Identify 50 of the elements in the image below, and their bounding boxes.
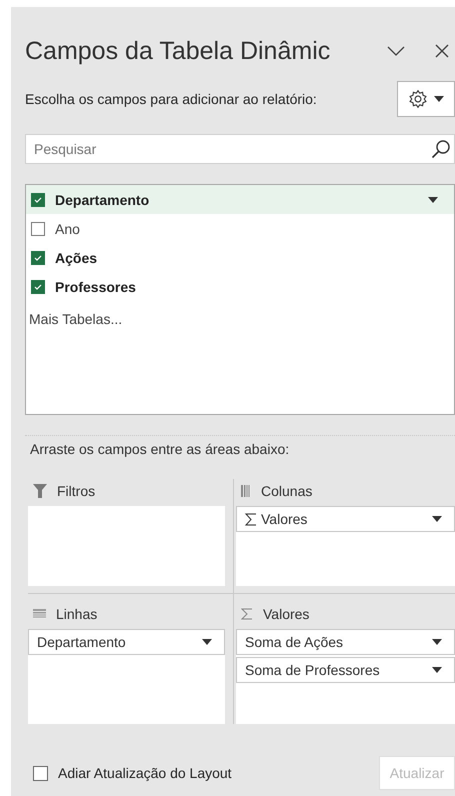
field-name: Soma de Professores xyxy=(245,662,380,678)
field-name: Valores xyxy=(261,511,308,527)
area-field-button[interactable]: Soma de Professores xyxy=(236,657,455,683)
area-field-button[interactable]: Departamento xyxy=(28,629,225,655)
checkbox[interactable] xyxy=(31,250,45,264)
field-row[interactable]: Departamento xyxy=(26,185,454,214)
field-name: Departamento xyxy=(37,634,126,650)
area-title: Linhas xyxy=(56,606,98,622)
panel-title: Campos da Tabela Dinâmic xyxy=(25,36,332,66)
defer-update-label: Adiar Atualização do Layout xyxy=(58,765,232,781)
checkmark-icon xyxy=(34,284,42,290)
settings-icon xyxy=(408,89,428,109)
columns-icon xyxy=(241,485,251,497)
drag-hint-text: Arraste os campos entre as áreas abaixo: xyxy=(30,441,290,457)
checkbox[interactable] xyxy=(33,766,48,780)
field-name: Soma de Ações xyxy=(245,634,344,650)
area-title: Colunas xyxy=(261,483,312,499)
caret-icon xyxy=(428,196,438,202)
rows-icon xyxy=(33,609,46,619)
close-icon[interactable] xyxy=(435,44,449,58)
field-label: Ações xyxy=(55,250,98,266)
caret-icon xyxy=(432,639,442,645)
checkbox[interactable] xyxy=(31,222,45,236)
checkbox[interactable] xyxy=(31,192,45,206)
search-icon[interactable] xyxy=(431,139,451,159)
area-title: Valores xyxy=(263,606,310,622)
area-field-button[interactable]: Valores xyxy=(236,506,455,532)
field-row[interactable]: Professores xyxy=(26,272,454,301)
settings-button[interactable] xyxy=(397,81,455,117)
area-title: Filtros xyxy=(57,483,96,499)
caret-icon xyxy=(434,96,444,102)
field-row[interactable]: Ações xyxy=(26,243,454,272)
sigma-icon xyxy=(241,608,253,620)
area-field-button[interactable]: Soma de Ações xyxy=(236,629,455,655)
search-field[interactable]: Pesquisar xyxy=(25,134,455,164)
checkmark-icon xyxy=(34,196,42,202)
caret-icon xyxy=(432,516,442,522)
checkmark-icon xyxy=(34,254,42,260)
caret-icon xyxy=(432,667,442,673)
caret-icon xyxy=(202,639,212,645)
instruction-text: Escolha os campos para adicionar ao relatório: xyxy=(25,91,317,107)
filter-icon xyxy=(33,484,47,498)
checkbox[interactable] xyxy=(31,280,45,294)
field-label: Ano xyxy=(55,220,81,236)
field-label: Departamento xyxy=(55,192,150,208)
field-row[interactable]: Ano xyxy=(26,214,454,243)
more-tables-link[interactable]: Mais Tabelas... xyxy=(29,311,122,327)
sigma-icon xyxy=(245,512,257,526)
field-label: Professores xyxy=(55,278,137,294)
chevron-down-icon[interactable] xyxy=(387,46,405,56)
